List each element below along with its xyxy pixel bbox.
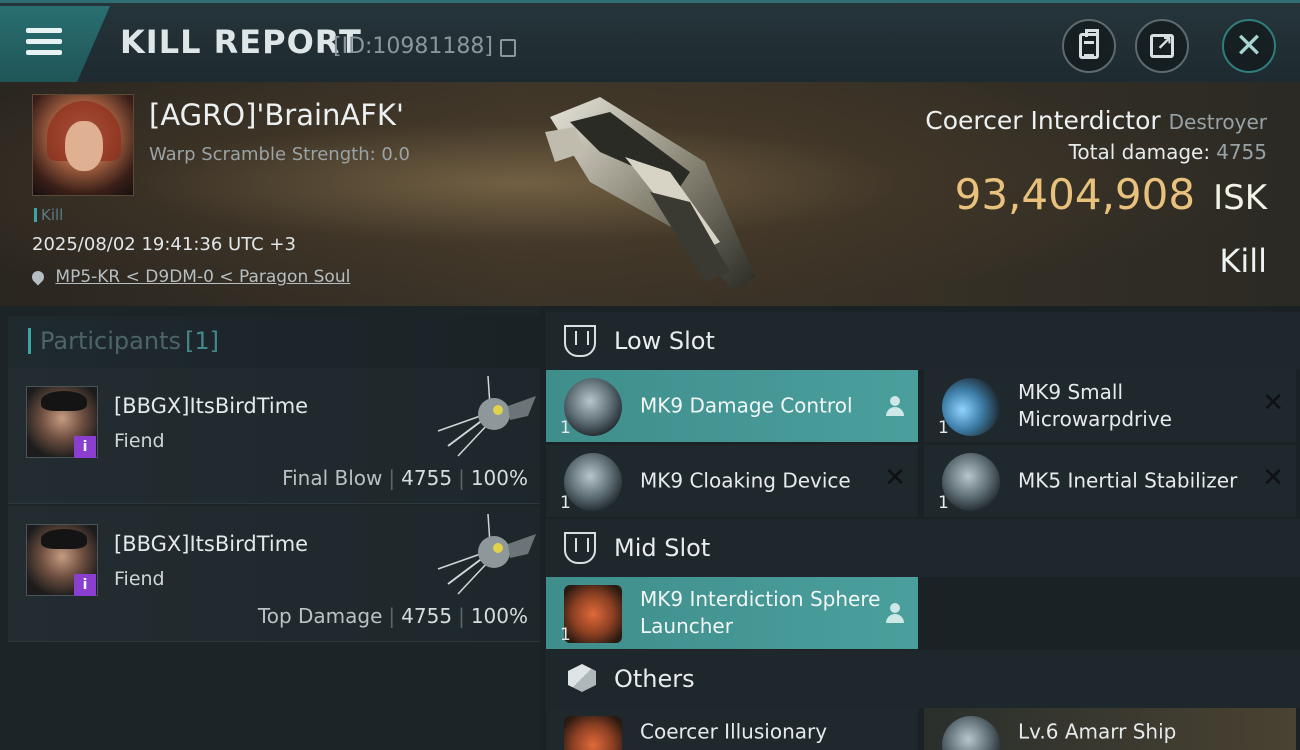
location-link[interactable]: MP5-KR < D9DM-0 < Paragon Soul (55, 267, 350, 287)
participant-ship: Fiend (114, 568, 165, 590)
victim-portrait[interactable] (32, 94, 134, 196)
low-slot-label: Low Slot (614, 327, 715, 355)
clipboard-button[interactable] (1062, 19, 1116, 73)
ship-thumbnail (437, 514, 536, 595)
box-icon (568, 664, 596, 692)
module-name: MK9 Cloaking Device (640, 468, 851, 493)
share-button[interactable] (1135, 19, 1189, 73)
module-quantity: 1 (560, 625, 571, 645)
module-name: MK9 Interdiction Sphere Launcher (640, 587, 881, 638)
ship-image (545, 97, 755, 292)
top-bar: KILL REPORT [ID:10981188] ✕ (0, 0, 1300, 82)
info-badge: i (74, 574, 96, 596)
result-label: Kill (1219, 242, 1267, 280)
destroyed-x-icon: ✕ (884, 463, 906, 493)
participants-panel: Participants [1] i [BBGX]ItsBirdTime Fien… (0, 306, 540, 750)
participant-role: Top Damage (257, 604, 383, 628)
module-name: MK5 Inertial Stabilizer (1018, 468, 1238, 493)
module-item[interactable]: 1 MK9 Interdiction Sphere Launcher (546, 577, 918, 649)
kill-location[interactable]: MP5-KR < D9DM-0 < Paragon Soul (29, 267, 350, 287)
page-title: KILL REPORT (120, 23, 362, 61)
other-item-name: Coercer Illusionary (640, 719, 828, 744)
victim-name[interactable]: [AGRO]'BrainAFK' (149, 98, 404, 132)
low-slot-header: Low Slot (546, 312, 1300, 370)
cloaking-device-icon (564, 453, 622, 511)
isk-unit: ISK (1213, 178, 1267, 218)
other-item-name: Lv.6 Amarr Ship (1018, 719, 1177, 744)
participant-percent: 100% (470, 466, 528, 490)
person-icon (886, 396, 904, 416)
close-button[interactable]: ✕ (1222, 19, 1276, 73)
total-damage-label: Total damage: (1068, 140, 1211, 164)
warp-scramble-strength: Warp Scramble Strength: 0.0 (149, 144, 411, 165)
participants-count: [1] (184, 327, 219, 355)
info-badge: i (74, 436, 96, 458)
participant-name: [BBGX]ItsBirdTime (114, 532, 309, 556)
participants-label: Participants (40, 327, 181, 355)
report-id: [ID:10981188] (333, 34, 493, 59)
mid-slot-label: Mid Slot (614, 534, 711, 562)
kill-datetime: 2025/08/02 19:41:36 UTC +3 (32, 234, 296, 255)
participant-ship: Fiend (114, 430, 165, 452)
menu-icon (26, 28, 62, 56)
illusionary-icon (564, 716, 622, 750)
person-icon (886, 603, 904, 623)
module-quantity: 1 (938, 418, 949, 438)
module-item[interactable]: 1 MK9 Small Microwarpdrive ✕ (924, 370, 1296, 442)
ship-thumbnail (437, 376, 536, 457)
ship-type: Coercer Interdictor (925, 106, 1161, 135)
participant-row[interactable]: i [BBGX]ItsBirdTime Fiend Top Damage | 475… (8, 506, 540, 642)
participant-name: [BBGX]ItsBirdTime (114, 394, 309, 418)
pin-icon (29, 268, 47, 286)
victim-banner: [AGRO]'BrainAFK' Warp Scramble Strength:… (0, 82, 1300, 306)
module-quantity: 1 (560, 418, 571, 438)
kill-tag: Kill (34, 206, 63, 224)
clipboard-icon (1079, 29, 1099, 59)
module-name: MK9 Small Microwarpdrive (1018, 380, 1172, 431)
module-item[interactable]: 1 MK9 Damage Control (546, 370, 918, 442)
module-quantity: 1 (938, 493, 949, 513)
isk-value: 93,404,908 ISK (955, 170, 1267, 219)
destroyed-x-icon: ✕ (1262, 463, 1284, 493)
total-damage-value: 4755 (1216, 140, 1267, 164)
participant-stats: Final Blow | 4755 | 100% (282, 466, 528, 490)
isk-amount: 93,404,908 (954, 170, 1196, 219)
module-item[interactable]: 1 MK5 Inertial Stabilizer ✕ (924, 445, 1296, 517)
fitting-panel: Low Slot 1 MK9 Damage Control 1 MK9 Smal… (540, 306, 1300, 750)
low-slot-icon (564, 325, 596, 357)
menu-button[interactable] (0, 6, 110, 82)
ship-name[interactable]: Coercer Interdictor Destroyer (925, 106, 1267, 135)
other-item[interactable]: Coercer Illusionary (546, 708, 918, 750)
ship-skill-icon (942, 716, 1000, 750)
share-icon (1150, 31, 1174, 58)
ship-class: Destroyer (1168, 110, 1267, 134)
total-damage: Total damage: 4755 (1069, 140, 1267, 164)
close-icon: ✕ (1234, 26, 1264, 66)
participant-stats: Top Damage | 4755 | 100% (257, 604, 528, 628)
participants-header: Participants [1] (8, 316, 540, 368)
participant-percent: 100% (470, 604, 528, 628)
damage-control-icon (564, 378, 622, 436)
participant-role: Final Blow (282, 466, 383, 490)
module-item[interactable]: 1 MK9 Cloaking Device ✕ (546, 445, 918, 517)
mid-slot-header: Mid Slot (546, 519, 1300, 577)
module-quantity: 1 (560, 493, 571, 513)
participant-damage: 4755 (401, 466, 453, 490)
module-name: MK9 Damage Control (640, 393, 853, 418)
microwarpdrive-icon (942, 378, 1000, 436)
mid-slot-icon (564, 532, 596, 564)
participant-row[interactable]: i [BBGX]ItsBirdTime Fiend Final Blow | 475… (8, 368, 540, 504)
interdiction-launcher-icon (564, 585, 622, 643)
others-header: Others (546, 650, 1300, 708)
participant-damage: 4755 (401, 604, 453, 628)
inertial-stabilizer-icon (942, 453, 1000, 511)
copy-icon[interactable] (500, 39, 516, 57)
others-label: Others (614, 665, 695, 693)
other-item[interactable]: Lv.6 Amarr Ship (924, 708, 1296, 750)
destroyed-x-icon: ✕ (1262, 388, 1284, 418)
